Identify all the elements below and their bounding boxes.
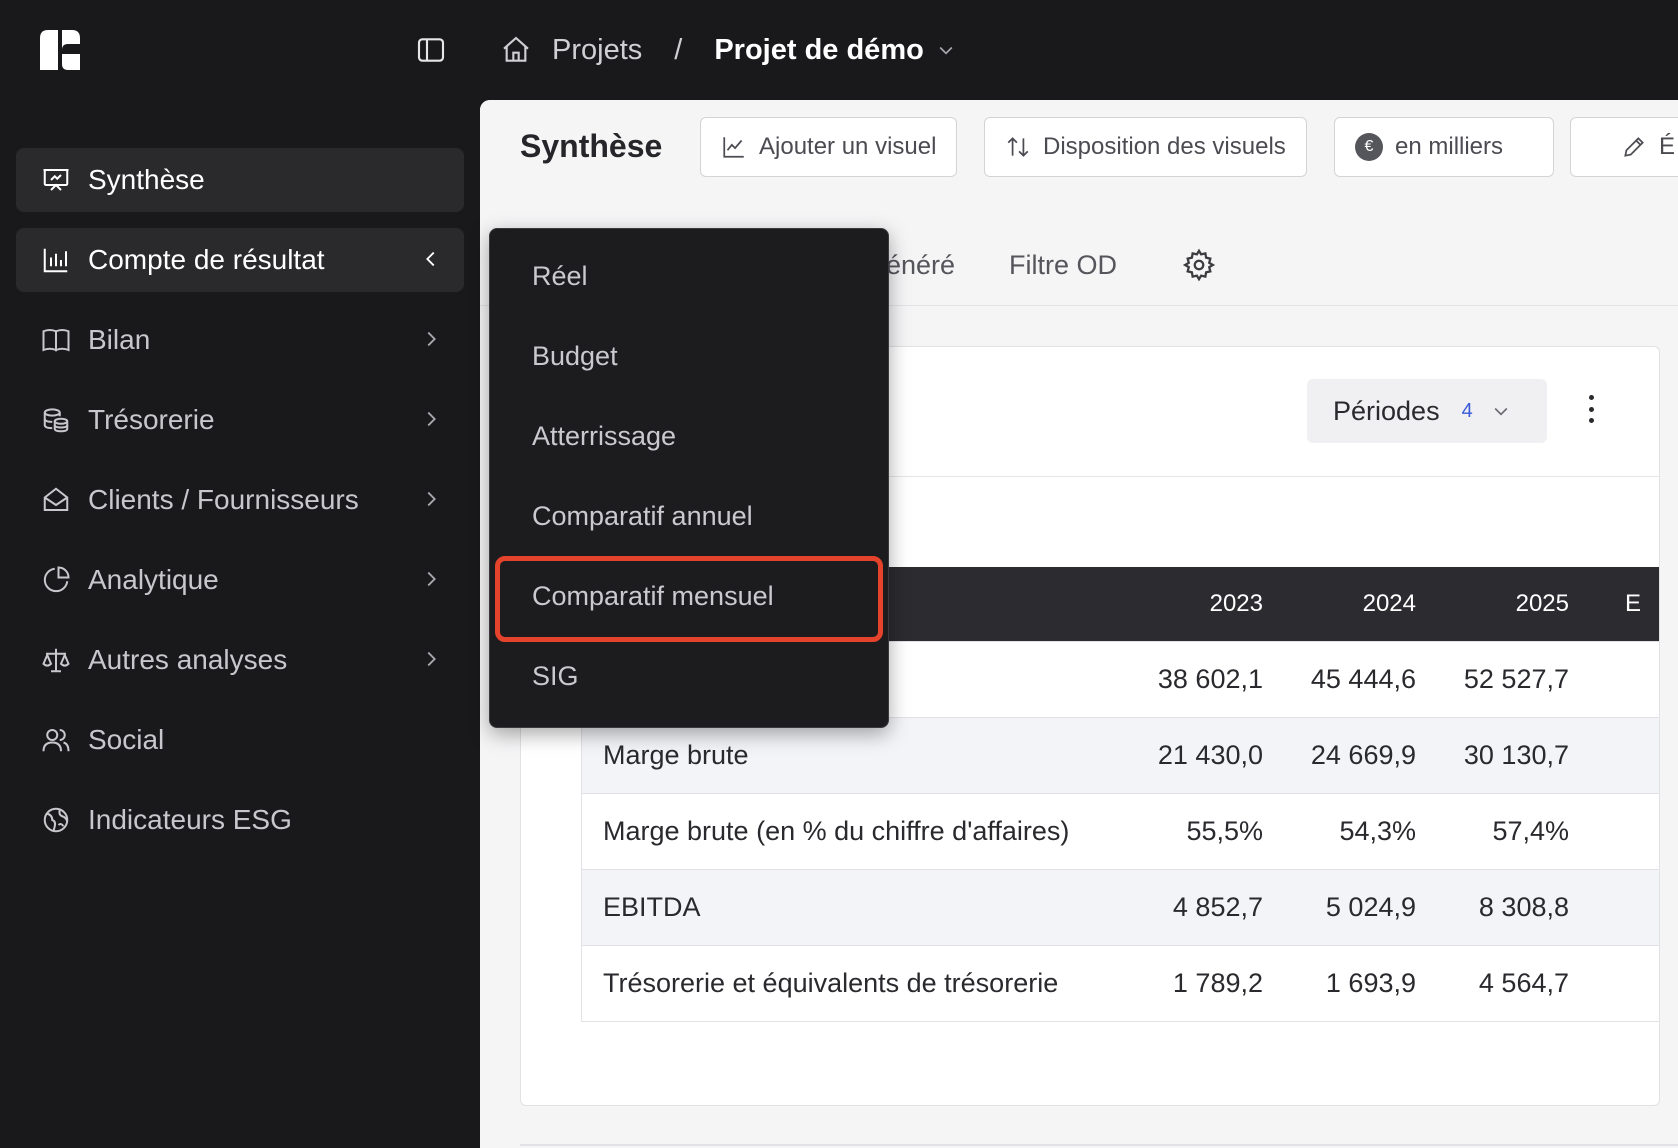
- menu-item-atterrissage[interactable]: Atterrissage: [532, 421, 676, 452]
- table-header-truncated: E: [1625, 590, 1642, 617]
- book-icon: [40, 324, 72, 356]
- sidebar-item-compte-de-resultat[interactable]: Compte de résultat: [16, 228, 464, 292]
- sidebar-item-tresorerie[interactable]: Trésorerie: [16, 388, 464, 452]
- table-row: Marge brute (en % du chiffre d'affaires)…: [582, 793, 1659, 869]
- sidebar-nav: Synthèse Compte de résultat Bilan Trésor…: [16, 148, 464, 868]
- mail-open-icon: [40, 484, 72, 516]
- euro-icon: €: [1355, 133, 1383, 161]
- presentation-icon: [40, 164, 72, 196]
- tab-generated[interactable]: énéré: [886, 250, 955, 281]
- periods-label: Périodes: [1333, 395, 1440, 426]
- row-label: Marge brute (en % du chiffre d'affaires): [603, 816, 1070, 846]
- menu-item-reel[interactable]: Réel: [532, 261, 588, 292]
- row-value: 57,4%: [1492, 816, 1569, 846]
- globe-icon: [40, 804, 72, 836]
- sidebar-item-clients-fournisseurs[interactable]: Clients / Fournisseurs: [16, 468, 464, 532]
- chevron-right-icon[interactable]: [420, 328, 442, 350]
- sidebar-item-social[interactable]: Social: [16, 708, 464, 772]
- breadcrumb-projects-link[interactable]: Projets: [552, 34, 642, 67]
- scale-icon: [40, 644, 72, 676]
- sidebar-item-autres-analyses[interactable]: Autres analyses: [16, 628, 464, 692]
- sidebar-toggle-icon[interactable]: [415, 34, 447, 66]
- sidebar-item-synthese[interactable]: Synthèse: [16, 148, 464, 212]
- more-options-icon[interactable]: [1583, 389, 1599, 429]
- table-row: EBITDA 4 852,7 5 024,9 8 308,8: [582, 869, 1659, 945]
- row-value: 8 308,8: [1478, 892, 1569, 922]
- breadcrumb-separator: /: [674, 33, 683, 66]
- row-value: 54,3%: [1339, 816, 1416, 846]
- highlight-box: [495, 556, 883, 642]
- chevron-down-icon: [1494, 407, 1508, 416]
- line-chart-icon: [721, 134, 747, 160]
- chevron-right-icon[interactable]: [420, 648, 442, 670]
- periods-count-badge: 4: [1461, 399, 1473, 422]
- visual-layout-label: Disposition des visuels: [1043, 133, 1286, 160]
- add-visual-button[interactable]: Ajouter un visuel: [700, 117, 958, 177]
- row-value: 5 024,9: [1325, 892, 1416, 922]
- menu-item-sig[interactable]: SIG: [532, 661, 579, 692]
- sidebar-item-label: Social: [88, 724, 165, 755]
- chevron-left-icon[interactable]: [420, 248, 442, 270]
- row-value: 30 130,7: [1463, 740, 1569, 770]
- sidebar-item-label: Compte de résultat: [88, 244, 325, 275]
- periods-dropdown[interactable]: Périodes 4: [1307, 379, 1547, 443]
- row-value: 4 852,7: [1172, 892, 1263, 922]
- table-header-2023: 2023: [1209, 590, 1263, 617]
- users-icon: [40, 724, 72, 756]
- tab-filter-od[interactable]: Filtre OD: [1009, 250, 1117, 281]
- row-value: 4 564,7: [1478, 968, 1569, 998]
- sidebar-item-label: Bilan: [88, 324, 151, 355]
- units-button[interactable]: € en milliers: [1334, 117, 1554, 177]
- add-visual-label: Ajouter un visuel: [759, 133, 937, 160]
- row-value: 38 602,1: [1157, 664, 1263, 694]
- row-value: 55,5%: [1186, 816, 1263, 846]
- sidebar-item-label: Indicateurs ESG: [88, 804, 292, 835]
- table-header-2024: 2024: [1362, 590, 1416, 617]
- menu-item-comparatif-annuel[interactable]: Comparatif annuel: [532, 501, 753, 532]
- view-type-dropdown-menu: Réel Budget Atterrissage Comparatif annu…: [489, 228, 889, 728]
- sidebar-item-label: Clients / Fournisseurs: [88, 484, 359, 515]
- home-icon[interactable]: [500, 34, 532, 66]
- row-value: 1 693,9: [1325, 968, 1416, 998]
- chevron-right-icon[interactable]: [420, 488, 442, 510]
- row-value: 24 669,9: [1310, 740, 1416, 770]
- row-label: EBITDA: [603, 892, 701, 922]
- pencil-icon: [1621, 134, 1647, 160]
- edit-button[interactable]: É: [1570, 117, 1678, 177]
- sidebar-item-label: Trésorerie: [88, 404, 215, 435]
- bar-chart-icon: [40, 244, 72, 276]
- chevron-down-icon[interactable]: [936, 40, 956, 60]
- row-value: 52 527,7: [1463, 664, 1569, 694]
- coins-icon: [40, 404, 72, 436]
- row-label: Trésorerie et équivalents de trésorerie: [603, 968, 1059, 998]
- row-value: 1 789,2: [1172, 968, 1263, 998]
- menu-item-budget[interactable]: Budget: [532, 341, 618, 372]
- table-header-2025: 2025: [1515, 590, 1569, 617]
- bottom-divider: [520, 1144, 1678, 1146]
- visual-layout-button[interactable]: Disposition des visuels: [984, 117, 1307, 177]
- table-row: Trésorerie et équivalents de trésorerie …: [582, 945, 1659, 1021]
- table-row: Marge brute 21 430,0 24 669,9 30 130,7: [582, 717, 1659, 793]
- row-label: Marge brute: [603, 740, 749, 770]
- row-value: 45 444,6: [1310, 664, 1416, 694]
- sidebar-item-indicateurs-esg[interactable]: Indicateurs ESG: [16, 788, 464, 852]
- units-label: en milliers: [1395, 133, 1504, 160]
- sidebar-item-label: Synthèse: [88, 164, 205, 195]
- arrows-up-down-icon: [1005, 134, 1031, 160]
- chevron-right-icon[interactable]: [420, 568, 442, 590]
- breadcrumb: Projets / Projet de démo: [500, 30, 956, 70]
- chevron-right-icon[interactable]: [420, 408, 442, 430]
- page-header: Synthèse Ajouter un visuel Disposition d…: [480, 100, 1678, 204]
- sidebar-item-analytique[interactable]: Analytique: [16, 548, 464, 612]
- sidebar-item-label: Analytique: [88, 564, 219, 595]
- pie-chart-icon: [40, 564, 72, 596]
- page-title: Synthèse: [520, 128, 663, 164]
- sidebar-item-label: Autres analyses: [88, 644, 288, 675]
- breadcrumb-current-project[interactable]: Projet de démo: [714, 34, 924, 67]
- edit-label: É: [1659, 133, 1676, 160]
- app-logo-icon[interactable]: [38, 28, 82, 72]
- sidebar-item-bilan[interactable]: Bilan: [16, 308, 464, 372]
- row-value: 21 430,0: [1157, 740, 1263, 770]
- gear-icon[interactable]: [1182, 248, 1216, 282]
